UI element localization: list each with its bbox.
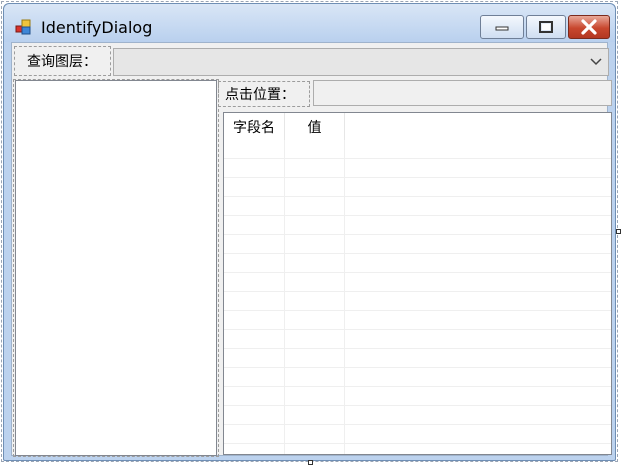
empty-grid-cell <box>285 330 345 348</box>
click-position-field[interactable] <box>313 80 612 106</box>
empty-grid-cell <box>285 292 345 310</box>
column-header-field-name[interactable]: 字段名 <box>224 113 285 140</box>
empty-grid-cell <box>224 235 285 253</box>
chevron-down-icon[interactable] <box>589 56 603 68</box>
dialog-client-area: 查询图层： 点击位置： 字段名 值 <box>11 42 612 457</box>
empty-grid-cell <box>224 178 285 196</box>
grid-header: 字段名 值 <box>224 113 345 140</box>
empty-grid-cell <box>224 387 285 405</box>
empty-grid-row <box>224 330 611 349</box>
empty-grid-cell <box>285 235 345 253</box>
empty-grid-cell <box>224 444 285 454</box>
empty-grid-row <box>224 387 611 406</box>
empty-grid-cell <box>224 197 285 215</box>
identify-dialog-window: IdentifyDialog 查询图层： 点击位置： 字段名 值 <box>3 3 616 461</box>
empty-grid-row <box>224 273 611 292</box>
empty-grid-cell <box>285 311 345 329</box>
empty-grid-row <box>224 235 611 254</box>
empty-grid-row <box>224 349 611 368</box>
app-icon <box>15 19 31 35</box>
empty-grid-cell <box>224 311 285 329</box>
maximize-icon <box>539 21 553 33</box>
resize-handle-right[interactable] <box>616 229 621 234</box>
empty-grid-cell <box>224 368 285 386</box>
empty-grid-cell <box>224 273 285 291</box>
grid-body <box>224 140 611 454</box>
empty-grid-cell <box>285 216 345 234</box>
empty-grid-cell <box>285 368 345 386</box>
close-icon <box>581 19 597 35</box>
empty-grid-cell <box>224 349 285 367</box>
empty-grid-row <box>224 197 611 216</box>
result-tree-panel[interactable] <box>15 80 217 456</box>
empty-grid-cell <box>224 159 285 177</box>
empty-grid-cell <box>285 140 345 158</box>
empty-grid-cell <box>224 330 285 348</box>
empty-grid-cell <box>285 178 345 196</box>
empty-grid-cell <box>285 254 345 272</box>
empty-grid-row <box>224 311 611 330</box>
empty-grid-cell <box>285 349 345 367</box>
empty-grid-cell <box>285 406 345 424</box>
empty-grid-cell <box>285 444 345 454</box>
resize-handle-bottom[interactable] <box>308 460 313 465</box>
empty-grid-cell <box>285 425 345 443</box>
empty-grid-row <box>224 292 611 311</box>
empty-grid-row <box>224 140 611 159</box>
empty-grid-row <box>224 216 611 235</box>
empty-grid-cell <box>224 254 285 272</box>
title-bar[interactable]: IdentifyDialog <box>4 4 615 42</box>
empty-grid-row <box>224 254 611 273</box>
empty-grid-cell <box>285 387 345 405</box>
empty-grid-cell <box>224 216 285 234</box>
close-button[interactable] <box>568 15 610 39</box>
empty-grid-row <box>224 406 611 425</box>
empty-grid-cell <box>224 292 285 310</box>
click-position-label: 点击位置： <box>218 81 310 107</box>
empty-grid-cell <box>224 406 285 424</box>
empty-grid-row <box>224 444 611 454</box>
empty-grid-cell <box>224 425 285 443</box>
window-title: IdentifyDialog <box>41 18 153 37</box>
maximize-button[interactable] <box>526 15 566 39</box>
empty-grid-cell <box>285 159 345 177</box>
empty-grid-row <box>224 425 611 444</box>
query-layer-row: 查询图层： <box>12 44 609 77</box>
empty-grid-row <box>224 178 611 197</box>
minimize-button[interactable] <box>480 15 524 39</box>
empty-grid-cell <box>285 197 345 215</box>
attribute-grid[interactable]: 字段名 值 <box>223 112 612 455</box>
empty-grid-row <box>224 159 611 178</box>
column-header-value[interactable]: 值 <box>285 113 345 140</box>
empty-grid-row <box>224 368 611 387</box>
query-layer-combobox[interactable] <box>113 48 609 76</box>
query-layer-label: 查询图层： <box>14 46 111 76</box>
minimize-icon <box>495 26 509 31</box>
empty-grid-cell <box>224 140 285 158</box>
empty-grid-cell <box>285 273 345 291</box>
